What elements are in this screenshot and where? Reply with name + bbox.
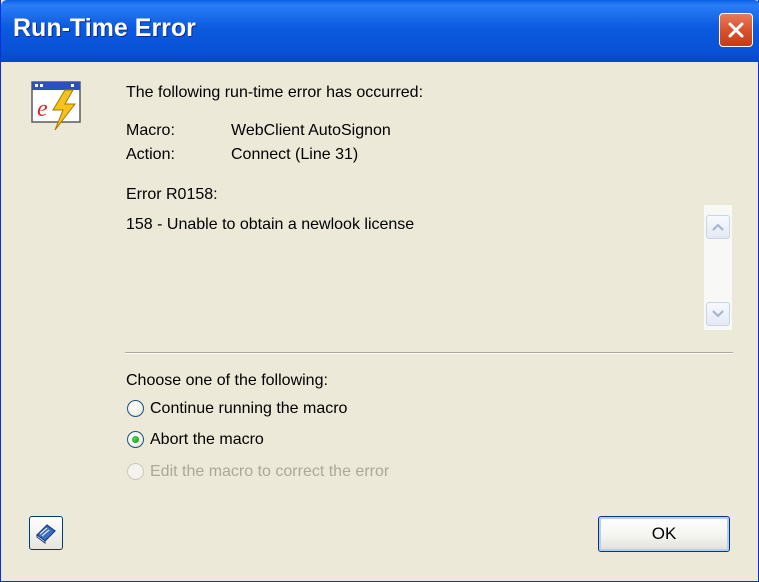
- action-value: Connect (Line 31): [231, 146, 359, 163]
- error-code: Error R0158:: [126, 186, 218, 203]
- help-button[interactable]: [29, 516, 63, 550]
- title-bar[interactable]: Run-Time Error: [1, 0, 759, 62]
- radio-selected-dot: [132, 436, 139, 443]
- radio-continue[interactable]: [127, 400, 144, 417]
- scroll-up-button[interactable]: [706, 215, 730, 239]
- help-book-icon: [36, 524, 56, 544]
- macro-error-icon: e: [31, 80, 91, 132]
- radio-abort[interactable]: [127, 431, 144, 448]
- section-divider: [125, 352, 733, 354]
- run-time-error-dialog: Run-Time Error e The following run-time …: [0, 0, 759, 582]
- close-icon: [728, 22, 744, 38]
- window-title: Run-Time Error: [13, 14, 196, 42]
- chevron-down-icon: [712, 310, 724, 318]
- macro-label: Macro:: [126, 122, 175, 139]
- chevron-up-icon: [712, 223, 724, 231]
- option-continue-label: Continue running the macro: [150, 400, 348, 417]
- svg-text:e: e: [37, 96, 48, 122]
- option-edit-label: Edit the macro to correct the error: [150, 463, 390, 480]
- ok-button[interactable]: OK: [598, 516, 730, 552]
- radio-edit: [127, 463, 144, 480]
- choices-prompt: Choose one of the following:: [126, 372, 328, 389]
- macro-value: WebClient AutoSignon: [231, 122, 391, 139]
- action-label: Action:: [126, 146, 175, 163]
- option-abort-label: Abort the macro: [150, 431, 264, 448]
- error-text-scrollbar[interactable]: [704, 205, 732, 330]
- error-message: 158 - Unable to obtain a newlook license: [126, 216, 415, 233]
- close-button[interactable]: [719, 13, 753, 47]
- scroll-down-button[interactable]: [706, 302, 730, 326]
- error-heading: The following run-time error has occurre…: [126, 84, 424, 101]
